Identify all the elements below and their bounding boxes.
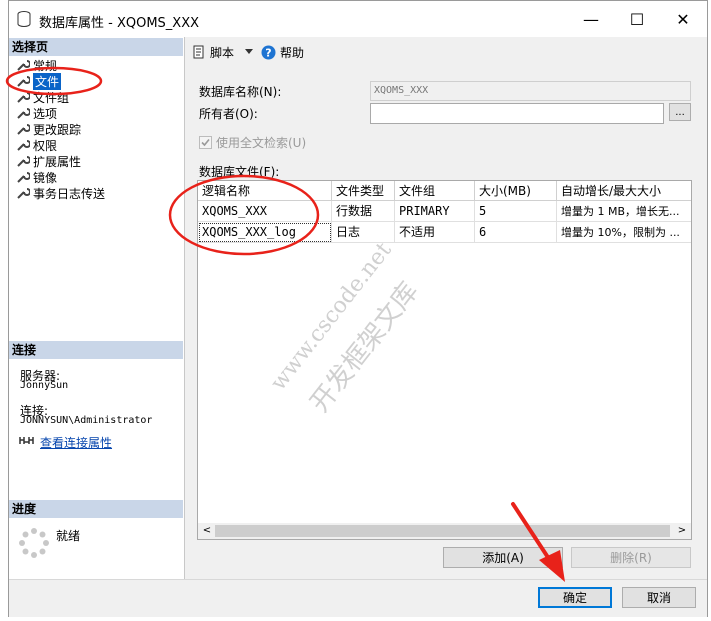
- column-header[interactable]: 自动增长/最大大小: [557, 181, 691, 201]
- nav-item-permissions[interactable]: 权限: [16, 137, 57, 153]
- nav-item-change-tracking[interactable]: 更改跟踪: [16, 121, 81, 137]
- close-button[interactable]: ✕: [660, 1, 706, 37]
- owner-browse-button[interactable]: ...: [669, 103, 691, 121]
- database-icon: [17, 11, 31, 27]
- server-value: JonnySun: [20, 380, 69, 391]
- scrollbar-thumb[interactable]: [215, 525, 670, 537]
- progress-spinner-icon: [19, 528, 49, 558]
- horizontal-scrollbar[interactable]: < >: [198, 523, 691, 539]
- maximize-button[interactable]: ☐: [614, 1, 660, 37]
- connection-icon: [19, 437, 34, 444]
- minimize-button[interactable]: —: [568, 1, 614, 37]
- title-bar: 数据库属性 - XQOMS_XXX — ☐ ✕: [9, 1, 707, 37]
- wrench-icon: [17, 124, 30, 135]
- cell-size[interactable]: 5: [475, 201, 557, 222]
- cell-file-type[interactable]: 日志: [332, 222, 395, 243]
- scroll-right-arrow[interactable]: >: [676, 524, 688, 538]
- scroll-left-arrow[interactable]: <: [201, 524, 213, 538]
- db-name-label: 数据库名称(N):: [199, 85, 282, 99]
- wrench-icon: [17, 172, 30, 183]
- ok-button[interactable]: 确定: [538, 587, 612, 608]
- annotation-arrow: [511, 502, 565, 582]
- help-icon: ?: [261, 45, 276, 59]
- window-title: 数据库属性 - XQOMS_XXX: [39, 16, 200, 31]
- nav-item-mirroring[interactable]: 镜像: [16, 169, 57, 185]
- wrench-icon: [17, 140, 30, 151]
- owner-field[interactable]: [370, 103, 664, 124]
- nav-item-options[interactable]: 选项: [16, 105, 57, 121]
- owner-label: 所有者(O):: [199, 107, 258, 121]
- column-header[interactable]: 文件组: [395, 181, 475, 201]
- cell-autogrowth[interactable]: 增量为 1 MB，增长无...: [557, 201, 691, 222]
- help-button[interactable]: ? 帮助: [261, 44, 304, 60]
- cell-file-type[interactable]: 行数据: [332, 201, 395, 222]
- cell-filegroup[interactable]: 不适用: [395, 222, 475, 243]
- checkbox-checked-icon: [199, 136, 212, 149]
- svg-text:?: ?: [265, 46, 271, 59]
- script-button[interactable]: 脚本: [192, 44, 234, 60]
- fulltext-checkbox[interactable]: 使用全文检索(U): [199, 134, 306, 151]
- column-header[interactable]: 大小(MB): [475, 181, 557, 201]
- nav-item-log-shipping[interactable]: 事务日志传送: [16, 185, 105, 201]
- cell-size[interactable]: 6: [475, 222, 557, 243]
- section-header-connection: 连接: [9, 341, 183, 359]
- script-icon: [193, 45, 204, 59]
- cell-autogrowth[interactable]: 增量为 10%，限制为 ...: [557, 222, 691, 243]
- cell-filegroup[interactable]: PRIMARY: [395, 201, 475, 222]
- connection-value: JONNYSUN\Administrator: [20, 415, 153, 426]
- progress-status: 就绪: [56, 529, 81, 543]
- db-name-field: XQOMS_XXX: [370, 81, 691, 101]
- section-header-progress: 进度: [9, 500, 183, 518]
- annotation-circle-nav: [5, 66, 103, 96]
- cancel-button[interactable]: 取消: [622, 587, 696, 608]
- column-header[interactable]: 文件类型: [332, 181, 395, 201]
- remove-button[interactable]: 删除(R): [571, 547, 691, 568]
- wrench-icon: [17, 188, 30, 199]
- view-connection-properties-link[interactable]: 查看连接属性: [40, 434, 112, 451]
- nav-item-extended-properties[interactable]: 扩展属性: [16, 153, 81, 169]
- chevron-down-icon[interactable]: [244, 48, 254, 56]
- wrench-icon: [17, 108, 30, 119]
- annotation-circle-grid: [168, 174, 320, 256]
- wrench-icon: [17, 156, 30, 167]
- section-header-select-page: 选择页: [9, 38, 183, 56]
